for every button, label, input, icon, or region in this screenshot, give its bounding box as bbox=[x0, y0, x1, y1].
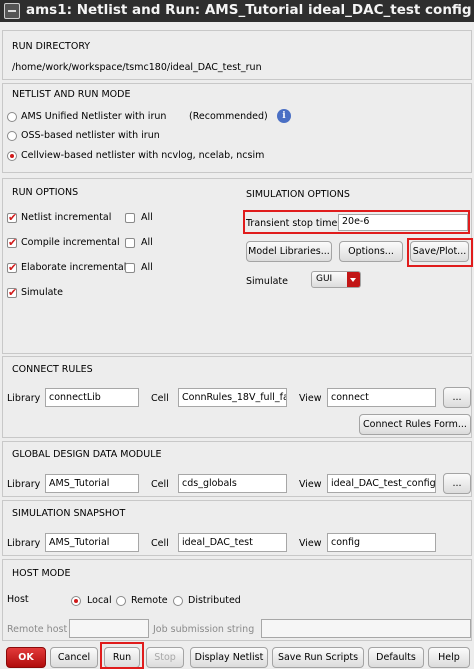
simulate-checkbox-label: Simulate bbox=[21, 287, 63, 298]
job-submission-label: Job submission string bbox=[153, 624, 255, 635]
netlist-all-label: All bbox=[141, 212, 153, 223]
snapshot-cell-label: Cell bbox=[151, 538, 169, 549]
connect-library-input[interactable]: connectLib bbox=[45, 388, 139, 407]
run-directory-path: /home/work/workspace/tsmc180/ideal_DAC_t… bbox=[12, 62, 262, 73]
title-bar: ams1: Netlist and Run: AMS_Tutorial idea… bbox=[0, 0, 474, 22]
stop-button[interactable]: Stop bbox=[146, 647, 184, 668]
run-directory-heading: RUN DIRECTORY bbox=[12, 41, 91, 52]
connect-rules-section: CONNECT RULES Library connectLib Cell Co… bbox=[2, 356, 472, 438]
footer-button-bar: OK Cancel Run Stop Display Netlist Save … bbox=[0, 642, 474, 669]
snapshot-heading: SIMULATION SNAPSHOT bbox=[12, 508, 126, 519]
host-remote-radio[interactable] bbox=[116, 596, 126, 606]
host-distributed-radio[interactable] bbox=[173, 596, 183, 606]
transient-stop-time-input[interactable]: 20e-6 bbox=[338, 214, 468, 231]
window-menu-icon[interactable] bbox=[4, 3, 20, 19]
snapshot-library-input[interactable]: AMS_Tutorial bbox=[45, 533, 139, 552]
global-library-label: Library bbox=[7, 479, 41, 490]
run-button[interactable]: Run bbox=[104, 647, 140, 668]
elaborate-all-checkbox[interactable] bbox=[125, 263, 135, 273]
netlist-all-checkbox[interactable] bbox=[125, 213, 135, 223]
global-design-section: GLOBAL DESIGN DATA MODULE Library AMS_Tu… bbox=[2, 441, 472, 497]
radio-ams-unified[interactable] bbox=[7, 112, 17, 122]
host-mode-heading: HOST MODE bbox=[12, 568, 71, 579]
radio-oss-based[interactable] bbox=[7, 131, 17, 141]
global-browse-button[interactable]: ... bbox=[443, 473, 471, 494]
global-view-label: View bbox=[299, 479, 322, 490]
simulate-checkbox[interactable] bbox=[7, 286, 17, 299]
netlist-mode-heading: NETLIST AND RUN MODE bbox=[12, 89, 131, 100]
help-button[interactable]: Help bbox=[428, 647, 470, 668]
cancel-button[interactable]: Cancel bbox=[50, 647, 98, 668]
display-netlist-button[interactable]: Display Netlist bbox=[190, 647, 268, 668]
elaborate-all-label: All bbox=[141, 262, 153, 273]
elaborate-incremental-label: Elaborate incremental bbox=[21, 262, 127, 273]
simulate-mode-label: Simulate bbox=[246, 276, 288, 287]
run-directory-section: RUN DIRECTORY /home/work/workspace/tsmc1… bbox=[2, 30, 472, 80]
simulation-options-heading: SIMULATION OPTIONS bbox=[246, 189, 350, 200]
run-options-section: RUN OPTIONS Netlist incremental All Comp… bbox=[2, 178, 473, 354]
defaults-button[interactable]: Defaults bbox=[368, 647, 424, 668]
save-run-scripts-button[interactable]: Save Run Scripts bbox=[272, 647, 364, 668]
snapshot-view-input[interactable]: config bbox=[327, 533, 436, 552]
connect-rules-heading: CONNECT RULES bbox=[12, 364, 93, 375]
host-remote-label: Remote bbox=[131, 595, 168, 606]
radio-ams-unified-label: AMS Unified Netlister with irun bbox=[21, 111, 167, 122]
snapshot-library-label: Library bbox=[7, 538, 41, 549]
compile-all-checkbox[interactable] bbox=[125, 238, 135, 248]
compile-incremental-checkbox[interactable] bbox=[7, 236, 17, 249]
host-mode-section: HOST MODE Host Local Remote Distributed … bbox=[2, 559, 472, 641]
global-cell-label: Cell bbox=[151, 479, 169, 490]
snapshot-cell-input[interactable]: ideal_DAC_test bbox=[178, 533, 287, 552]
netlist-incremental-checkbox[interactable] bbox=[7, 211, 17, 224]
simulate-mode-select[interactable]: GUI bbox=[311, 271, 361, 288]
remote-host-label: Remote host bbox=[7, 624, 68, 635]
run-options-heading: RUN OPTIONS bbox=[12, 187, 79, 198]
host-local-radio[interactable] bbox=[71, 596, 81, 606]
info-icon[interactable]: i bbox=[277, 109, 291, 123]
save-plot-button[interactable]: Save/Plot... bbox=[410, 241, 469, 262]
elaborate-incremental-checkbox[interactable] bbox=[7, 261, 17, 274]
simulate-mode-value: GUI bbox=[316, 274, 333, 284]
netlist-incremental-label: Netlist incremental bbox=[21, 212, 112, 223]
radio-cellview-based-label: Cellview-based netlister with ncvlog, nc… bbox=[21, 150, 265, 161]
radio-oss-based-label: OSS-based netlister with irun bbox=[21, 130, 160, 141]
global-library-input[interactable]: AMS_Tutorial bbox=[45, 474, 139, 493]
compile-incremental-label: Compile incremental bbox=[21, 237, 120, 248]
snapshot-section: SIMULATION SNAPSHOT Library AMS_Tutorial… bbox=[2, 500, 472, 556]
model-libraries-button[interactable]: Model Libraries... bbox=[246, 241, 332, 262]
window-title: ams1: Netlist and Run: AMS_Tutorial idea… bbox=[26, 2, 472, 18]
netlist-mode-section: NETLIST AND RUN MODE AMS Unified Netlist… bbox=[2, 83, 472, 173]
recommended-note: (Recommended) bbox=[189, 111, 268, 122]
connect-view-input[interactable]: connect bbox=[327, 388, 436, 407]
global-design-heading: GLOBAL DESIGN DATA MODULE bbox=[12, 449, 162, 460]
connect-view-label: View bbox=[299, 393, 322, 404]
connect-cell-input[interactable]: ConnRules_18V_full_fast bbox=[178, 388, 287, 407]
connect-cell-label: Cell bbox=[151, 393, 169, 404]
job-submission-input[interactable] bbox=[261, 619, 471, 638]
ok-button[interactable]: OK bbox=[6, 647, 46, 668]
connect-rules-form-button[interactable]: Connect Rules Form... bbox=[359, 414, 471, 435]
host-local-label: Local bbox=[87, 595, 112, 606]
connect-library-label: Library bbox=[7, 393, 41, 404]
options-button[interactable]: Options... bbox=[339, 241, 403, 262]
transient-stop-time-label: Transient stop time bbox=[246, 218, 338, 229]
dropdown-arrow-icon bbox=[347, 272, 360, 287]
compile-all-label: All bbox=[141, 237, 153, 248]
radio-cellview-based[interactable] bbox=[7, 151, 17, 161]
remote-host-input[interactable] bbox=[69, 619, 149, 638]
snapshot-view-label: View bbox=[299, 538, 322, 549]
global-view-input[interactable]: ideal_DAC_test_config bbox=[327, 474, 436, 493]
host-label: Host bbox=[7, 594, 29, 605]
connect-browse-button[interactable]: ... bbox=[443, 387, 471, 408]
host-distributed-label: Distributed bbox=[188, 595, 241, 606]
global-cell-input[interactable]: cds_globals bbox=[178, 474, 287, 493]
